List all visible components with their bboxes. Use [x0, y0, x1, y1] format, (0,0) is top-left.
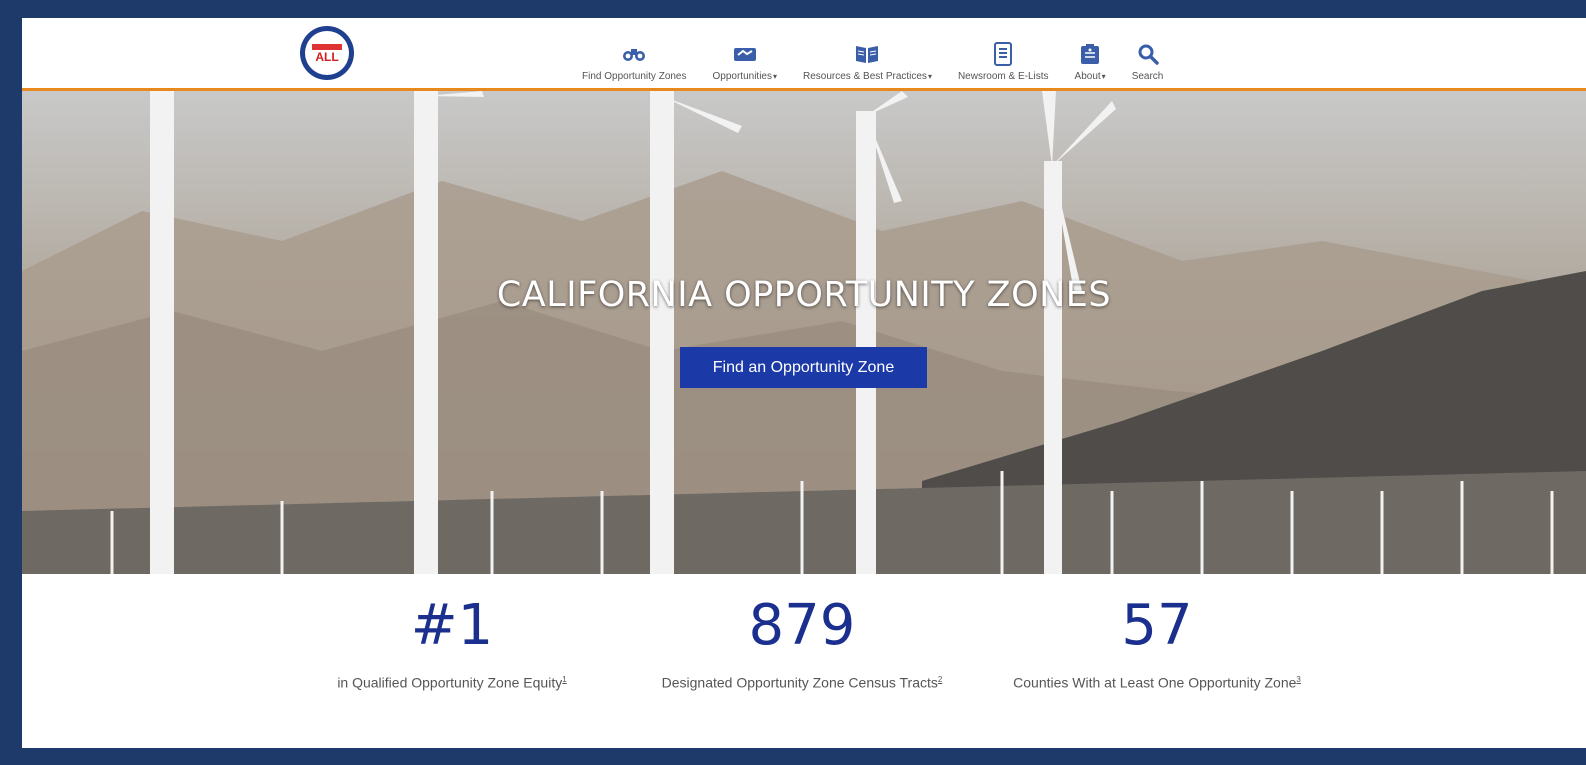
stat-value: #1: [410, 593, 494, 658]
hero-title: CALIFORNIA OPPORTUNITY ZONES: [496, 275, 1112, 315]
stat-census-tracts: 879 Designated Opportunity Zone Census T…: [642, 594, 962, 693]
document-icon: [991, 42, 1015, 66]
handshake-icon: [733, 43, 757, 65]
binoculars-icon: [622, 43, 646, 65]
nav-label: Opportunities▾: [712, 71, 778, 82]
california-for-all-logo[interactable]: ALL: [300, 26, 354, 80]
logo-band: [312, 43, 342, 50]
nav-find-opportunity-zones[interactable]: Find Opportunity Zones: [582, 43, 687, 82]
nav-opportunities[interactable]: Opportunities▾: [712, 43, 778, 82]
nav-label: Resources & Best Practices▾: [803, 71, 932, 82]
clipboard-icon: [1078, 43, 1102, 65]
footnote-link[interactable]: 2: [938, 675, 942, 684]
hero-banner: CALIFORNIA OPPORTUNITY ZONES Find an Opp…: [22, 91, 1586, 574]
logo-text: ALL: [315, 49, 339, 64]
nav-search[interactable]: Search: [1131, 43, 1164, 82]
nav-label: Newsroom & E-Lists: [957, 71, 1049, 82]
site-header: ALL Find Opportunity Zones Opportunities…: [22, 18, 1586, 91]
footnote-link[interactable]: 3: [1296, 675, 1300, 684]
wind-farm-image: [22, 91, 1586, 574]
footnote-link[interactable]: 1: [562, 675, 566, 684]
stat-label: in Qualified Opportunity Zone Equity1: [337, 674, 567, 691]
nav-label: Search: [1131, 71, 1164, 82]
nav-about[interactable]: About▾: [1075, 43, 1106, 82]
search-icon: [1136, 43, 1160, 65]
nav-resources-best-practices[interactable]: Resources & Best Practices▾: [803, 43, 932, 82]
nav-label: Find Opportunity Zones: [582, 71, 687, 82]
stat-value: 57: [1121, 593, 1193, 658]
stat-counties: 57 Counties With at Least One Opportunit…: [997, 594, 1317, 693]
stat-equity-rank: #1 in Qualified Opportunity Zone Equity1: [292, 594, 612, 693]
stat-value: 879: [748, 593, 856, 658]
main-nav: Find Opportunity Zones Opportunities▾ Re…: [582, 26, 1163, 82]
book-icon: [855, 43, 879, 65]
stat-label: Designated Opportunity Zone Census Tract…: [661, 674, 943, 691]
stats-section: #1 in Qualified Opportunity Zone Equity1…: [22, 574, 1586, 748]
nav-newsroom-elists[interactable]: Newsroom & E-Lists: [957, 42, 1049, 82]
page-frame: ALL Find Opportunity Zones Opportunities…: [22, 18, 1586, 748]
find-opportunity-zone-button[interactable]: Find an Opportunity Zone: [680, 347, 927, 388]
nav-label: About▾: [1074, 71, 1106, 82]
logo-seal: ALL: [305, 31, 349, 75]
stat-label: Counties With at Least One Opportunity Z…: [1013, 674, 1301, 691]
